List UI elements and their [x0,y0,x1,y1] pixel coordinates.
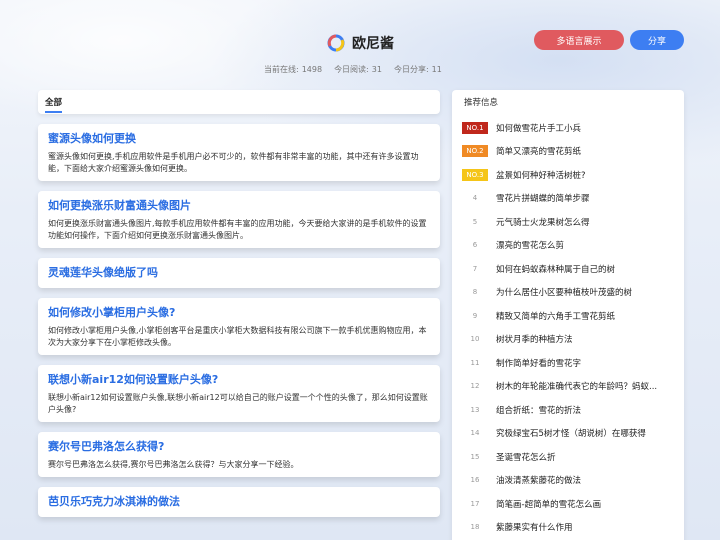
tab-all[interactable]: 全部 [45,96,63,113]
recommend-list: NO.1 如何做雪花片手工小兵 NO.2 简单又漂亮的雪花剪纸 NO.3 盆景如何种好… [462,116,674,539]
rank-badge: 12 [470,382,480,391]
recommend-item[interactable]: 17 简笔画-超简单的雪花怎么画 [462,492,674,516]
recommend-item[interactable]: NO.1 如何做雪花片手工小兵 [462,116,674,140]
recommend-link[interactable]: 精致又简单的六角手工雪花剪纸 [496,310,615,322]
rank-badge: 13 [470,405,480,414]
article-list: 全部 蜜源头像如何更换 蜜源头像如何更换,手机应用软件是手机用户必不可少的，软件… [38,90,440,527]
rank-badge: 8 [472,288,478,297]
today-read-stat: 今日阅读: 31 [334,64,382,75]
recommend-item[interactable]: NO.2 简单又漂亮的雪花剪纸 [462,140,674,164]
rank-badge: 5 [472,217,478,226]
article-title[interactable]: 灵魂莲华头像绝版了吗 [48,264,430,282]
recommend-link[interactable]: 树木的年轮能准确代表它的年龄吗？蚂蚁... [496,380,657,392]
today-share-value: 11 [431,65,442,74]
rank-badge: 15 [470,452,480,461]
online-label: 当前在线: [264,65,299,74]
online-value: 1498 [301,65,323,74]
rank-badge: 17 [470,499,480,508]
site-stats: 当前在线: 1498 今日阅读: 31 今日分享: 11 [264,64,442,75]
recommend-link[interactable]: 为什么居住小区要种植枝叶茂盛的树 [496,286,632,298]
recommend-link[interactable]: 制作简单好看的雪花字 [496,357,581,369]
recommend-item[interactable]: 6 漂亮的雪花怎么剪 [462,234,674,258]
recommend-link[interactable]: 油泼清蒸紫藤花的做法 [496,474,581,486]
article-title[interactable]: 如何修改小掌柜用户头像? [48,304,430,322]
rank-badge: NO.1 [462,121,488,134]
recommend-item[interactable]: 15 圣诞雪花怎么折 [462,445,674,469]
site-name: 欧尼酱 [352,36,394,52]
recommend-item[interactable]: 14 究极绿宝石5树才怪（胡说树）在哪获得 [462,422,674,446]
tab-bar: 全部 [38,90,440,114]
recommend-item[interactable]: 12 树木的年轮能准确代表它的年龄吗？蚂蚁... [462,375,674,399]
recommend-item[interactable]: 4 雪花片拼蝴蝶的简单步骤 [462,187,674,211]
rank-badge: 16 [470,476,480,485]
recommend-item[interactable]: 18 紫藤果实有什么作用 [462,516,674,540]
recommend-item[interactable]: 16 油泼清蒸紫藤花的做法 [462,469,674,493]
today-read-label: 今日阅读: [334,65,369,74]
recommend-item[interactable]: NO.3 盆景如何种好种活树桩? [462,163,674,187]
article-title[interactable]: 赛尔号巴弗洛怎么获得? [48,438,430,456]
rank-badge: 10 [470,335,480,344]
recommend-title: 推荐信息 [464,98,499,108]
online-stat: 当前在线: 1498 [264,64,322,75]
rank-badge: 6 [472,241,478,250]
recommend-item[interactable]: 9 精致又简单的六角手工雪花剪纸 [462,304,674,328]
language-button[interactable]: 多语言展示 [534,30,624,50]
logo-icon [327,34,345,52]
article-title[interactable]: 芭贝乐巧克力冰淇淋的做法 [48,493,430,511]
recommend-link[interactable]: 圣诞雪花怎么折 [496,451,556,463]
recommend-item[interactable]: 7 如何在蚂蚁森林种属于自己的树 [462,257,674,281]
recommend-link[interactable]: 元气骑士火龙果树怎么得 [496,216,590,228]
rank-badge: NO.2 [462,145,488,158]
recommend-link[interactable]: 盆景如何种好种活树桩? [496,169,586,181]
recommend-link[interactable]: 如何在蚂蚁森林种属于自己的树 [496,263,615,275]
recommend-item[interactable]: 8 为什么居住小区要种植枝叶茂盛的树 [462,281,674,305]
article-desc: 联想小新air12如何设置账户头像,联想小新air12可以给自己的账户设置一个个… [48,393,428,414]
recommend-item[interactable]: 11 制作简单好看的雪花字 [462,351,674,375]
article-card[interactable]: 灵魂莲华头像绝版了吗 [38,258,440,288]
recommend-link[interactable]: 树状月季的种植方法 [496,333,573,345]
recommend-link[interactable]: 究极绿宝石5树才怪（胡说树）在哪获得 [496,427,646,439]
rank-badge: 14 [470,429,480,438]
recommend-item[interactable]: 13 组合折纸：雪花的折法 [462,398,674,422]
recommend-link[interactable]: 简单又漂亮的雪花剪纸 [496,145,581,157]
page-header: 欧尼酱 多语言展示 分享 当前在线: 1498 今日阅读: 31 今日分享: 11 [0,0,720,86]
recommend-item[interactable]: 5 元气骑士火龙果树怎么得 [462,210,674,234]
recommend-panel: 推荐信息 NO.1 如何做雪花片手工小兵 NO.2 简单又漂亮的雪花剪纸 NO.3 盆… [452,90,684,540]
recommend-link[interactable]: 组合折纸：雪花的折法 [496,404,581,416]
rank-badge: 4 [472,194,478,203]
today-read-value: 31 [371,65,382,74]
article-card[interactable]: 芭贝乐巧克力冰淇淋的做法 [38,487,440,517]
article-card[interactable]: 蜜源头像如何更换 蜜源头像如何更换,手机应用软件是手机用户必不可少的，软件都有非… [38,124,440,181]
article-title[interactable]: 如何更换涨乐财富通头像图片 [48,197,430,215]
recommend-link[interactable]: 简笔画-超简单的雪花怎么画 [496,498,601,510]
article-title[interactable]: 蜜源头像如何更换 [48,130,430,148]
rank-badge: 9 [472,311,478,320]
recommend-link[interactable]: 如何做雪花片手工小兵 [496,122,581,134]
share-button[interactable]: 分享 [630,30,684,50]
recommend-link[interactable]: 漂亮的雪花怎么剪 [496,239,564,251]
today-share-label: 今日分享: [393,65,429,74]
today-share-stat: 今日分享: 11 [394,64,442,75]
article-card[interactable]: 如何修改小掌柜用户头像? 如何修改小掌柜用户头像,小掌柜创客平台是重庆小掌柜大数… [38,298,440,355]
recommend-item[interactable]: 10 树状月季的种植方法 [462,328,674,352]
recommend-link[interactable]: 雪花片拼蝴蝶的简单步骤 [496,192,590,204]
article-desc: 赛尔号巴弗洛怎么获得,赛尔号巴弗洛怎么获得？与大家分享一下经验。 [48,460,299,469]
article-card[interactable]: 赛尔号巴弗洛怎么获得? 赛尔号巴弗洛怎么获得,赛尔号巴弗洛怎么获得？与大家分享一… [38,432,440,477]
rank-badge: NO.3 [462,168,488,181]
article-card[interactable]: 联想小新air12如何设置账户头像? 联想小新air12如何设置账户头像,联想小… [38,365,440,422]
rank-badge: 18 [470,523,480,532]
site-logo[interactable]: 欧尼酱 [326,33,394,53]
article-title[interactable]: 联想小新air12如何设置账户头像? [48,371,430,389]
rank-badge: 7 [472,264,478,273]
article-desc: 如何修改小掌柜用户头像,小掌柜创客平台是重庆小掌柜大数据科技有限公司旗下一款手机… [48,326,427,347]
article-desc: 如何更换涨乐财富通头像图片,每款手机应用软件都有丰富的应用功能，今天要给大家讲的… [48,219,427,240]
recommend-link[interactable]: 紫藤果实有什么作用 [496,521,573,533]
rank-badge: 11 [470,358,480,367]
article-desc: 蜜源头像如何更换,手机应用软件是手机用户必不可少的，软件都有非常丰富的功能，其中… [48,152,419,173]
article-card[interactable]: 如何更换涨乐财富通头像图片 如何更换涨乐财富通头像图片,每款手机应用软件都有丰富… [38,191,440,248]
